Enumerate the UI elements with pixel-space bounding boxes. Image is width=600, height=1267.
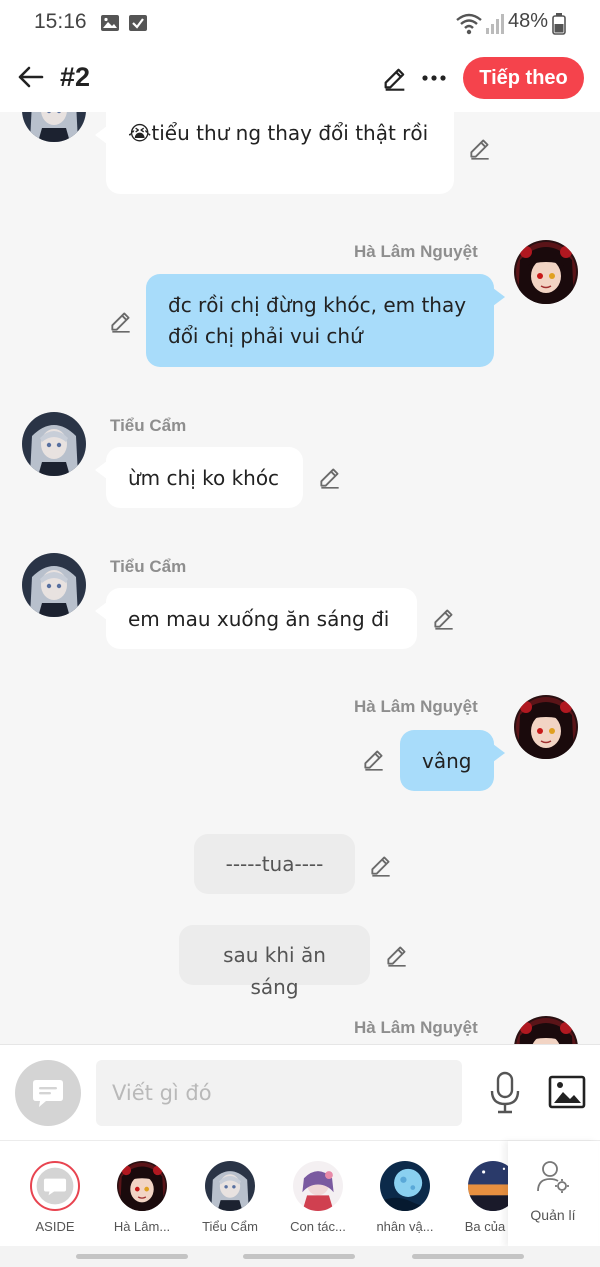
character-nhan-vat[interactable]: nhân vậ... xyxy=(362,1141,448,1247)
aside-icon xyxy=(30,1161,80,1211)
tieu-cam-avatar[interactable] xyxy=(22,412,86,476)
narration-bubble[interactable]: -----tua---- xyxy=(194,834,355,894)
microphone-icon[interactable] xyxy=(487,1071,523,1115)
wifi-icon xyxy=(456,13,482,35)
ba-cua-avatar xyxy=(468,1161,508,1211)
gallery-notification-icon xyxy=(101,15,119,31)
ha-lam-nguyet-avatar xyxy=(117,1161,167,1211)
character-label: Quản lí xyxy=(530,1207,576,1223)
character-ba-cua[interactable]: Ba của xyxy=(450,1141,508,1247)
battery-icon xyxy=(552,13,566,35)
status-time: 15:16 xyxy=(34,10,87,33)
tieu-cam-avatar[interactable] xyxy=(22,553,86,617)
system-navigation-bar xyxy=(0,1246,600,1267)
edit-message-icon[interactable] xyxy=(384,942,410,968)
edit-title-icon[interactable] xyxy=(381,64,409,92)
speaker-name: Hà Lâm Nguyệt xyxy=(354,242,478,261)
nav-home[interactable] xyxy=(243,1254,355,1259)
image-icon[interactable] xyxy=(548,1073,586,1111)
speaker-name: Tiểu Cẩm xyxy=(110,416,187,435)
edit-message-icon[interactable] xyxy=(361,746,387,772)
character-label: ASIDE xyxy=(35,1219,75,1234)
edit-message-icon[interactable] xyxy=(368,852,394,878)
speaker-name: Hà Lâm Nguyệt xyxy=(354,697,478,716)
back-arrow-icon[interactable] xyxy=(14,60,48,94)
nav-recent-apps[interactable] xyxy=(76,1254,188,1259)
character-ha-lam-nguyet[interactable]: Hà Lâm... xyxy=(99,1141,185,1247)
message-bubble[interactable]: đc rồi chị đừng khóc, em thay đổi chị ph… xyxy=(146,274,505,367)
nav-back[interactable] xyxy=(412,1254,524,1259)
message-bubble[interactable]: ừm chị ko khóc xyxy=(95,447,303,508)
ha-lam-nguyet-avatar[interactable] xyxy=(514,1016,578,1044)
ha-lam-nguyet-avatar[interactable] xyxy=(514,695,578,759)
nhan-vat-avatar xyxy=(380,1161,430,1211)
chat-area[interactable]: 😭tiểu thư ng thay đổi thật rồi Hà Lâm Ng… xyxy=(0,112,600,1044)
checkbox-notification-icon xyxy=(129,15,147,31)
character-label: Ba của xyxy=(464,1219,506,1234)
character-label: Con tác... xyxy=(290,1219,346,1234)
message-composer xyxy=(0,1044,600,1140)
edit-message-icon[interactable] xyxy=(317,464,343,490)
character-label: Hà Lâm... xyxy=(113,1219,171,1234)
edit-message-icon[interactable] xyxy=(108,308,134,334)
speaker-name: Hà Lâm Nguyệt xyxy=(354,1018,478,1037)
chapter-title: #2 xyxy=(60,62,91,92)
character-aside[interactable]: ASIDE xyxy=(12,1141,98,1247)
character-bar: ASIDE Hà Lâm... Tiểu Cẩm Con tác... nhân… xyxy=(0,1140,600,1247)
character-label: Tiểu Cẩm xyxy=(202,1219,258,1234)
more-options-icon[interactable] xyxy=(420,64,448,92)
manage-characters-button[interactable]: Quản lí xyxy=(508,1141,598,1247)
narration-bubble[interactable]: sau khi ăn sáng xyxy=(179,925,370,999)
message-bubble[interactable]: vâng xyxy=(400,730,505,791)
battery-percentage: 48% xyxy=(507,10,548,32)
speaker-name: Tiểu Cẩm xyxy=(110,557,187,576)
ha-lam-nguyet-avatar[interactable] xyxy=(514,240,578,304)
speech-bubble-icon xyxy=(33,1080,63,1107)
edit-message-icon[interactable] xyxy=(467,135,493,161)
message-bubble[interactable]: 😭tiểu thư ng thay đổi thật rồi xyxy=(95,112,454,194)
signal-icon xyxy=(486,14,504,34)
status-bar: 15:16 48% xyxy=(0,0,600,46)
message-input[interactable] xyxy=(96,1060,462,1126)
message-bubble[interactable]: em mau xuống ăn sáng đi xyxy=(95,588,417,649)
manage-user-icon xyxy=(537,1161,569,1193)
edit-message-icon[interactable] xyxy=(431,605,457,631)
chapter-header: #2 Tiếp theo xyxy=(0,46,600,112)
character-tieu-cam[interactable]: Tiểu Cẩm xyxy=(187,1141,273,1247)
character-label: nhân vậ... xyxy=(376,1219,434,1234)
aside-toggle-button[interactable] xyxy=(15,1060,81,1126)
next-button[interactable]: Tiếp theo xyxy=(463,57,584,99)
tieu-cam-avatar xyxy=(205,1161,255,1211)
tieu-cam-avatar[interactable] xyxy=(22,112,86,142)
character-con-tac[interactable]: Con tác... xyxy=(275,1141,361,1247)
con-tac-avatar xyxy=(293,1161,343,1211)
